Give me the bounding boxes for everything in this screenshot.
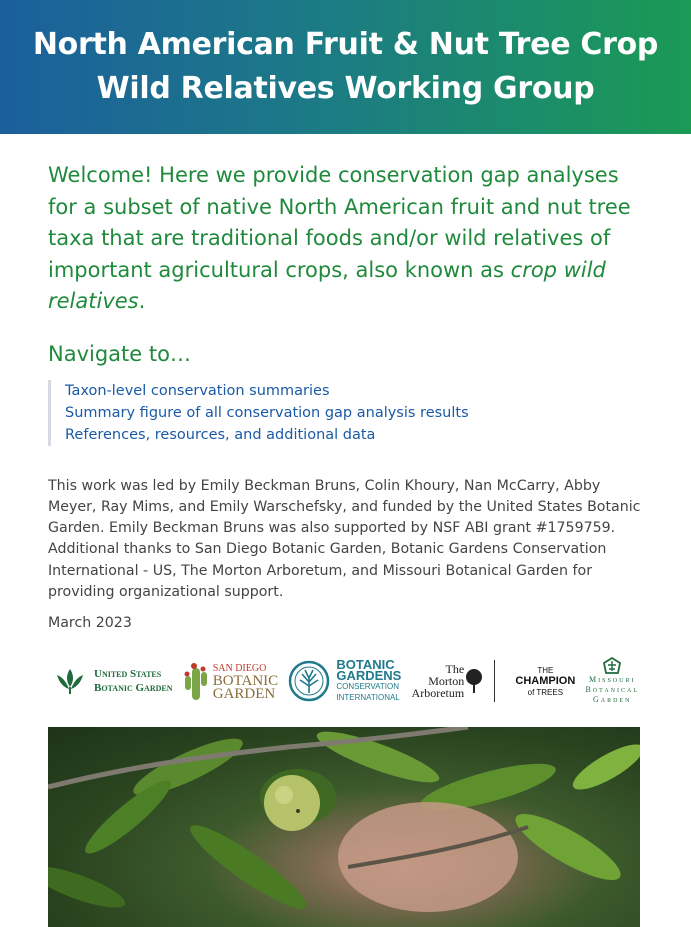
bgci-line-4: INTERNATIONAL (336, 693, 400, 703)
morton-wordmark: The Morton Arboretum (412, 663, 465, 699)
bgci-line-3: CONSERVATION (336, 682, 400, 692)
bgci-line-2: GARDENS (336, 668, 402, 684)
bgci-logo[interactable]: BOTANIC GARDENS CONSERVATION INTERNATION… (288, 658, 402, 703)
mbg-line-1: Missouri (589, 675, 636, 685)
sdbg-line-3: GARDEN (212, 685, 276, 702)
walnut-branch-photo (48, 727, 640, 927)
morton-tree-icon (466, 669, 483, 694)
nav-link-taxon-summaries[interactable]: Taxon-level conservation summaries (65, 383, 330, 399)
navigate-heading: Navigate to… (48, 341, 191, 366)
partner-logos: United States Botanic Garden SAN DIEGO B… (54, 653, 639, 709)
champion-line-2: CHAMPION (515, 674, 576, 687)
mbg-logo[interactable]: Missouri Botanical Garden (585, 657, 639, 705)
navigate-list: Taxon-level conservation summaries Summa… (48, 379, 643, 446)
champion-wordmark: THE CHAMPION of TREES (515, 665, 575, 698)
title-line-2: Wild Relatives Working Group (96, 71, 595, 106)
cactus-icon (184, 663, 207, 701)
page-title: North American Fruit & Nut Tree Crop Wil… (32, 23, 659, 111)
usbg-line-1: United States (94, 668, 162, 681)
intro-paragraph: Welcome! Here we provide conservation ga… (48, 160, 643, 318)
nav-item: Taxon-level conservation summaries (65, 380, 643, 402)
nav-link-references[interactable]: References, resources, and additional da… (65, 427, 375, 443)
nav-link-summary-figure[interactable]: Summary figure of all conservation gap a… (65, 405, 469, 421)
usbg-leaf-icon (57, 669, 83, 695)
publish-date: March 2023 (48, 615, 132, 632)
page-banner: North American Fruit & Nut Tree Crop Wil… (0, 0, 691, 134)
champion-line-3: of TREES (527, 687, 564, 697)
nav-item: Summary figure of all conservation gap a… (65, 402, 643, 424)
mbg-wordmark: Missouri Botanical Garden (585, 675, 639, 705)
usbg-wordmark: United States Botanic Garden (94, 667, 173, 695)
nav-item: References, resources, and additional da… (65, 424, 643, 446)
usbg-logo[interactable]: United States Botanic Garden (54, 665, 173, 697)
logo-separator (494, 660, 496, 703)
sdbg-logo[interactable]: SAN DIEGO BOTANIC GARDEN (183, 660, 278, 702)
usbg-line-2: Botanic Garden (94, 682, 173, 695)
bgci-wordmark: BOTANIC GARDENS CONSERVATION INTERNATION… (336, 658, 402, 703)
sdbg-wordmark: SAN DIEGO BOTANIC GARDEN (212, 662, 278, 702)
intro-end: . (138, 289, 146, 313)
mbg-line-3: Garden (593, 695, 632, 705)
champion-trees-logo[interactable]: THE CHAMPION of TREES (515, 665, 575, 698)
mbg-emblem-icon (603, 657, 622, 675)
morton-line-3: Arboretum (411, 686, 465, 701)
acknowledgement-paragraph: This work was led by Emily Beckman Bruns… (48, 477, 641, 600)
main-content: Welcome! Here we provide conservation ga… (0, 134, 691, 927)
photo-illustration (48, 727, 640, 913)
title-line-1: North American Fruit & Nut Tree Crop (32, 27, 659, 62)
morton-logo[interactable]: The Morton Arboretum (412, 660, 506, 703)
mbg-line-2: Botanical (585, 685, 639, 695)
bgci-tree-icon (289, 661, 330, 702)
